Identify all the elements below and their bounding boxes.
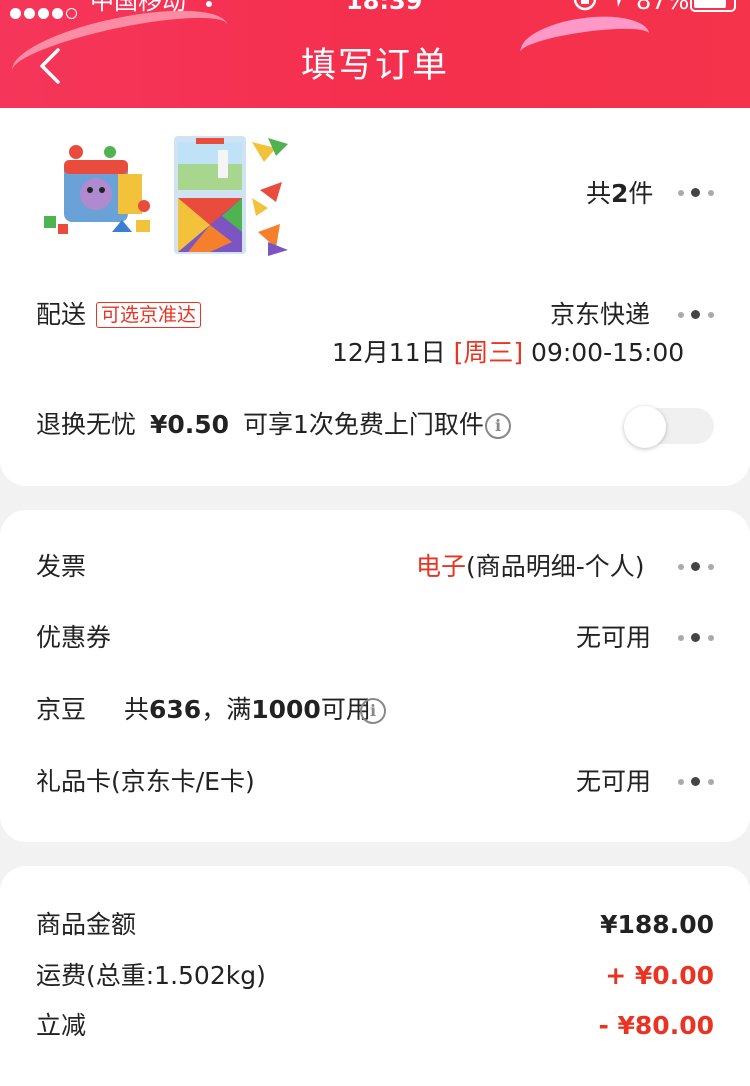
page-title: 填写订单 — [300, 46, 449, 86]
carrier-name: 中国移动 — [90, 0, 186, 15]
discount-label: 立减 — [36, 1011, 87, 1040]
product-image-tangram[interactable] — [172, 132, 296, 258]
product-image-shape-sorter[interactable] — [36, 134, 160, 258]
more-dots-icon[interactable] — [676, 309, 716, 321]
return-service-price: ¥0.50 — [149, 410, 230, 439]
more-dots-icon[interactable] — [676, 632, 716, 644]
invoice-value[interactable]: 电子(商品明细-个人) — [416, 550, 645, 584]
status-bar: 中国移动 18:39 87% — [0, 0, 750, 19]
jingdou-threshold: 1000 — [251, 695, 321, 724]
location-arrow-icon — [606, 0, 628, 17]
payment-options-card: 发票 电子(商品明细-个人) 优惠券 无可用 京豆 共636，满1000可用 i… — [0, 510, 750, 842]
return-service-label: 退换无忧 ¥0.50 可享1次免费上门取件 — [36, 408, 484, 442]
jingdou-total: 636 — [149, 695, 202, 724]
goods-amount-label: 商品金额 — [36, 910, 137, 939]
shipping-label: 运费(总重:1.502kg) — [36, 961, 266, 990]
delivery-time[interactable]: 12月11日 [周三] 09:00-15:00 — [332, 336, 684, 370]
more-dots-icon[interactable] — [676, 776, 716, 788]
invoice-detail: (商品明细-个人) — [466, 552, 645, 581]
coupon-label: 优惠券 — [36, 623, 112, 652]
header-bar: 中国移动 18:39 87% 填写订单 — [0, 0, 750, 110]
info-icon[interactable]: i — [485, 413, 511, 439]
return-service-name: 退换无忧 — [36, 410, 137, 439]
jingdou-separator: ， — [201, 695, 227, 724]
giftcard-label: 礼品卡(京东卡/E卡) — [36, 767, 255, 796]
wifi-icon — [196, 0, 222, 16]
item-count-prefix: 共 — [586, 179, 612, 208]
invoice-type: 电子 — [416, 552, 467, 581]
return-service-toggle[interactable] — [624, 406, 714, 448]
delivery-weekday: [周三] — [453, 338, 524, 367]
item-count-suffix: 件 — [628, 179, 654, 208]
giftcard-value[interactable]: 无可用 — [576, 765, 651, 799]
delivery-time-slot: 09:00-15:00 — [531, 338, 685, 367]
item-count-number: 2 — [611, 179, 629, 208]
jingdou-info: 共636，满1000可用 — [124, 693, 371, 727]
battery-icon — [690, 0, 736, 12]
more-dots-icon[interactable] — [676, 561, 716, 573]
jingdou-rule-prefix: 满 — [226, 695, 252, 724]
discount-value: - ¥80.00 — [598, 1011, 714, 1040]
delivery-date: 12月11日 — [332, 338, 446, 367]
return-service-desc: 可享1次免费上门取件 — [243, 410, 484, 439]
price-summary-card: 商品金额 ¥188.00 运费(总重:1.502kg) + ¥0.00 立减 -… — [0, 866, 750, 1086]
item-count[interactable]: 共2件 — [586, 177, 653, 211]
battery-percent: 87% — [636, 0, 690, 15]
signal-icon — [10, 0, 80, 26]
clock: 18:39 — [346, 0, 423, 15]
toggle-knob — [624, 406, 666, 448]
goods-amount-value: ¥188.00 — [600, 910, 714, 939]
info-icon[interactable]: i — [360, 698, 386, 724]
order-items-card: 共2件 配送 可选京准达 京东快递 12月11日 [周三] 09:00-15:0… — [0, 108, 750, 486]
shipping-value: + ¥0.00 — [605, 961, 714, 990]
jingdou-total-prefix: 共 — [124, 695, 150, 724]
delivery-label: 配送 — [36, 300, 87, 329]
more-dots-icon[interactable] — [676, 187, 716, 199]
invoice-label: 发票 — [36, 552, 87, 581]
delivery-carrier[interactable]: 京东快递 — [550, 298, 650, 332]
jingzhunda-tag[interactable]: 可选京准达 — [96, 302, 202, 328]
jingdou-label: 京豆 — [36, 695, 87, 724]
coupon-value[interactable]: 无可用 — [576, 621, 651, 655]
rotation-lock-icon — [572, 0, 598, 19]
